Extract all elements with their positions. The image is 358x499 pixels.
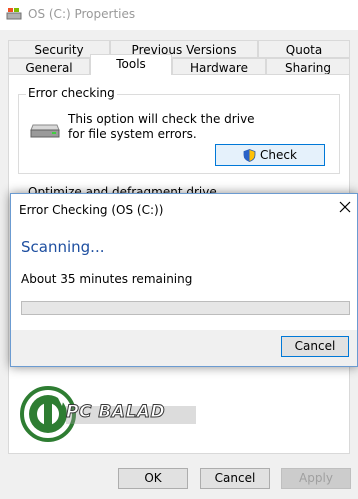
time-remaining-text: About 35 minutes remaining — [21, 272, 193, 286]
ok-button[interactable]: OK — [118, 468, 188, 489]
tab-tools[interactable]: Tools — [90, 54, 172, 75]
hard-drive-icon — [30, 124, 60, 138]
scan-progress-bar — [21, 301, 350, 315]
check-button-label: Check — [260, 148, 297, 162]
dialog-title: Error Checking (OS (C:)) — [19, 203, 164, 217]
window-title: OS (C:) Properties — [28, 7, 136, 21]
dialog-cancel-button[interactable]: Cancel — [281, 336, 349, 357]
tab-quota[interactable]: Quota — [258, 40, 350, 58]
error-checking-description: This option will check the drive for fil… — [68, 112, 255, 141]
check-button[interactable]: Check — [215, 144, 325, 166]
title-bar: OS (C:) Properties — [0, 0, 358, 30]
dialog-footer: Cancel — [11, 330, 357, 366]
drive-icon — [6, 8, 22, 20]
cancel-button[interactable]: Cancel — [200, 468, 270, 489]
scanning-heading: Scanning... — [21, 238, 105, 256]
watermark-text: PC BALAD — [65, 402, 166, 423]
close-icon[interactable] — [338, 200, 352, 214]
error-checking-dialog: Error Checking (OS (C:)) Scanning... Abo… — [10, 193, 358, 367]
apply-button[interactable]: Apply — [281, 468, 351, 489]
error-checking-label: Error checking — [26, 86, 117, 100]
shield-icon — [243, 148, 256, 162]
